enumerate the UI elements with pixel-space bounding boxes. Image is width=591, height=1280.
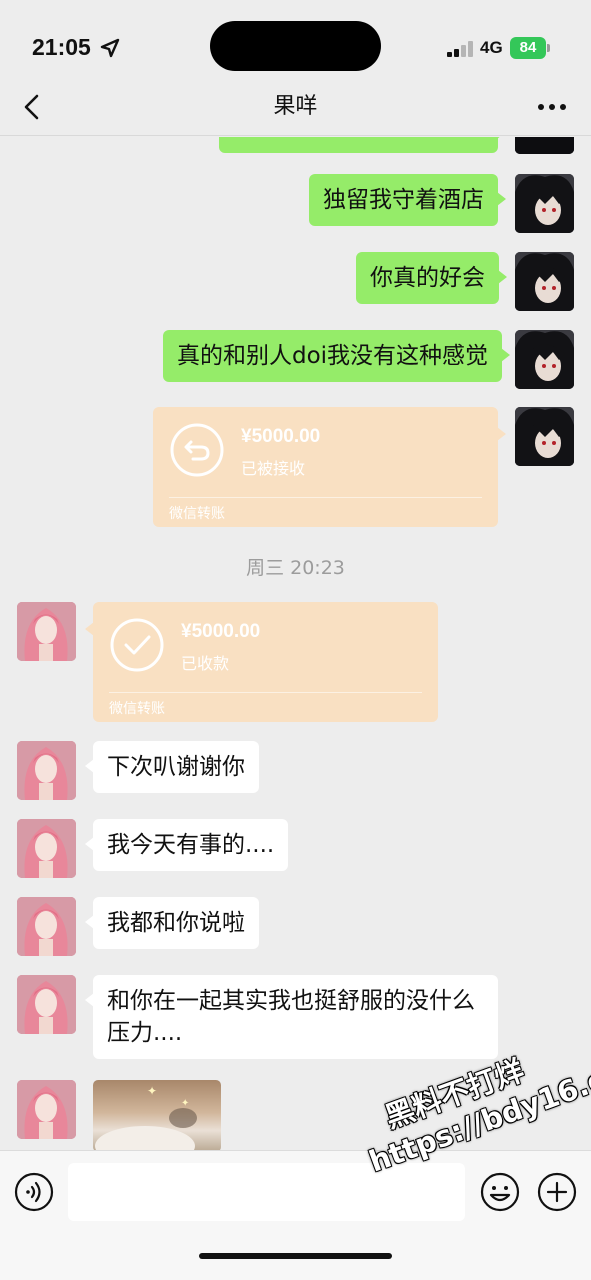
- add-more-icon[interactable]: [537, 1172, 577, 1212]
- my-avatar[interactable]: [515, 252, 574, 311]
- message-input[interactable]: [68, 1163, 465, 1221]
- transfer-amount: ¥5000.00: [181, 621, 261, 642]
- my-avatar[interactable]: [515, 330, 574, 389]
- svg-text:✦: ✦: [147, 1084, 157, 1098]
- chat-header: 果咩: [0, 80, 591, 136]
- contact-avatar[interactable]: [17, 602, 76, 661]
- emoji-icon[interactable]: [480, 1172, 520, 1212]
- my-avatar[interactable]: [515, 137, 574, 154]
- contact-avatar[interactable]: [17, 897, 76, 956]
- contact-avatar[interactable]: [17, 741, 76, 800]
- transfer-divider: [109, 692, 422, 693]
- message-bubble-partial[interactable]: [219, 137, 506, 153]
- transfer-amount: ¥5000.00: [241, 426, 321, 447]
- dynamic-island: [210, 21, 381, 71]
- chat-title: 果咩: [273, 94, 318, 119]
- message-bubble-sent[interactable]: 真的和别人doi我没有这种感觉: [163, 330, 511, 382]
- cellular-signal-icon: [447, 41, 475, 57]
- chat-timestamp: 周三 20:23: [246, 557, 345, 579]
- transfer-footer: 微信转账: [109, 701, 165, 717]
- transfer-divider: [169, 497, 482, 498]
- message-bubble-sent[interactable]: 独留我守着酒店: [309, 174, 506, 226]
- message-list[interactable]: 独留我守着酒店 你真的好会 真的和别人doi我没有这种感觉 ¥5000.00 已…: [0, 137, 591, 1150]
- status-time: 21:05: [32, 34, 91, 60]
- transfer-card-sent[interactable]: ¥5000.00 已被接收 微信转账: [153, 407, 506, 527]
- status-bar: 21:05 4G 84: [0, 0, 591, 80]
- battery-cap: [547, 44, 550, 52]
- contact-avatar[interactable]: [17, 819, 76, 878]
- message-bubble-received[interactable]: 和你在一起其实我也挺舒服的没什么压力....: [85, 975, 498, 1059]
- transfer-status: 已被接收: [241, 459, 306, 478]
- battery-icon: 84: [510, 37, 546, 59]
- message-bubble-sent[interactable]: 你真的好会: [356, 252, 507, 304]
- message-bubble-received[interactable]: 我今天有事的....: [84, 819, 289, 871]
- message-bubble-received[interactable]: 下次叭谢谢你: [85, 741, 259, 793]
- message-bubble-received[interactable]: 我都和你说啦: [85, 897, 259, 949]
- photo-message[interactable]: ✦ ✦: [93, 1080, 221, 1150]
- transfer-check-icon: [110, 618, 164, 672]
- network-type: 4G: [480, 38, 503, 57]
- contact-avatar[interactable]: [17, 975, 76, 1034]
- my-avatar[interactable]: [515, 407, 574, 466]
- contact-avatar[interactable]: [17, 1080, 76, 1139]
- home-indicator[interactable]: [199, 1253, 392, 1259]
- transfer-return-icon: [170, 423, 224, 477]
- input-bar: [0, 1150, 591, 1280]
- transfer-footer: 微信转账: [169, 506, 225, 522]
- transfer-status: 已收款: [181, 654, 230, 673]
- voice-input-icon[interactable]: [14, 1172, 54, 1212]
- my-avatar[interactable]: [515, 174, 574, 233]
- transfer-card-received[interactable]: ¥5000.00 已收款 微信转账: [85, 602, 438, 722]
- svg-text:✦: ✦: [181, 1098, 189, 1109]
- location-arrow-icon: [100, 38, 120, 58]
- more-options-icon[interactable]: [537, 98, 567, 116]
